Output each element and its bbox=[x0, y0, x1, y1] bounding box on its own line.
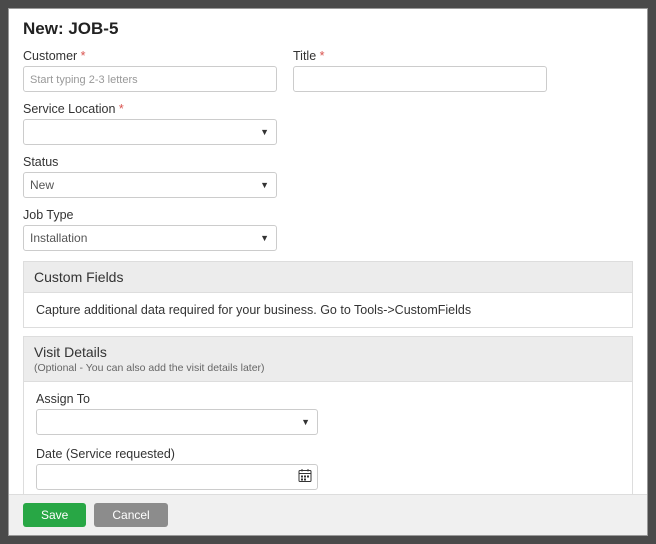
cancel-button[interactable]: Cancel bbox=[94, 503, 167, 527]
assign-to-label: Assign To bbox=[36, 392, 620, 406]
job-type-label: Job Type bbox=[23, 208, 277, 222]
required-marker: * bbox=[119, 102, 124, 116]
title-input[interactable] bbox=[293, 66, 547, 92]
date-label: Date (Service requested) bbox=[36, 447, 620, 461]
visit-header-text: Visit Details bbox=[34, 344, 622, 360]
save-button[interactable]: Save bbox=[23, 503, 86, 527]
date-input[interactable] bbox=[36, 464, 318, 490]
visit-details-header: Visit Details (Optional - You can also a… bbox=[23, 336, 633, 382]
customer-label-text: Customer bbox=[23, 49, 77, 63]
service-location-label: Service Location * bbox=[23, 102, 277, 116]
required-marker: * bbox=[81, 49, 86, 63]
customer-input[interactable] bbox=[23, 66, 277, 92]
required-marker: * bbox=[320, 49, 325, 63]
status-field: Status New ▼ bbox=[23, 155, 277, 198]
custom-fields-header: Custom Fields bbox=[23, 261, 633, 293]
title-label: Title * bbox=[293, 49, 547, 63]
status-select[interactable]: New bbox=[23, 172, 277, 198]
customer-field: Customer * bbox=[23, 49, 277, 92]
title-field: Title * bbox=[293, 49, 547, 92]
visit-details-body: Assign To ▼ Date (Service requested) bbox=[23, 382, 633, 494]
status-label: Status bbox=[23, 155, 277, 169]
job-form-window: New: JOB-5 Customer * Title * Servi bbox=[8, 8, 648, 536]
page-title: New: JOB-5 bbox=[23, 19, 633, 39]
assign-to-select[interactable] bbox=[36, 409, 318, 435]
service-location-label-text: Service Location bbox=[23, 102, 115, 116]
job-type-select[interactable]: Installation bbox=[23, 225, 277, 251]
date-field: Date (Service requested) bbox=[36, 447, 620, 490]
job-type-field: Job Type Installation ▼ bbox=[23, 208, 277, 251]
service-location-select[interactable] bbox=[23, 119, 277, 145]
customer-label: Customer * bbox=[23, 49, 277, 63]
form-body: New: JOB-5 Customer * Title * Servi bbox=[9, 9, 647, 494]
custom-fields-body: Capture additional data required for you… bbox=[23, 293, 633, 328]
title-label-text: Title bbox=[293, 49, 316, 63]
footer: Save Cancel bbox=[9, 494, 647, 535]
visit-sub-text: (Optional - You can also add the visit d… bbox=[34, 362, 622, 374]
service-location-field: Service Location * ▼ bbox=[23, 102, 277, 145]
assign-to-field: Assign To ▼ bbox=[36, 392, 620, 435]
